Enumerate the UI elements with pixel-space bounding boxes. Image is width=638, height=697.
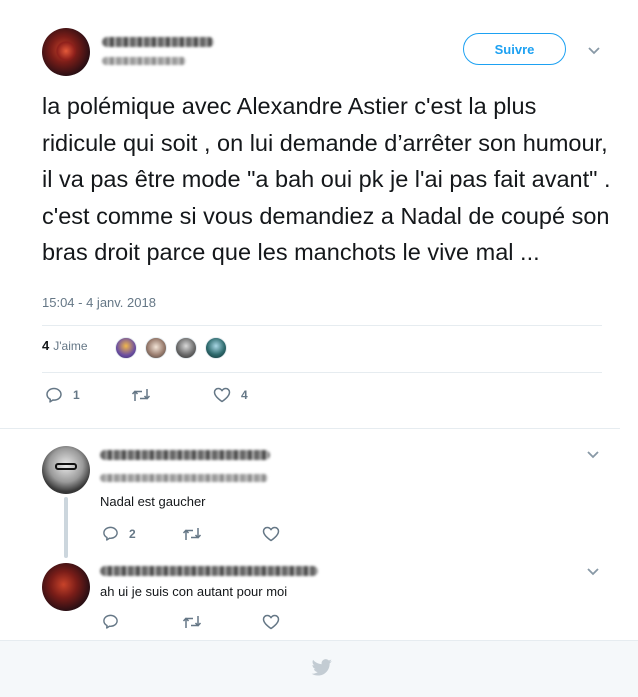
chevron-down-icon[interactable] — [586, 450, 600, 460]
divider — [42, 325, 602, 326]
reply-button[interactable] — [102, 613, 182, 630]
like-button[interactable]: 4 — [213, 387, 248, 403]
reply-context-redacted — [100, 474, 268, 482]
reply-icon — [103, 526, 118, 541]
chevron-down-icon[interactable] — [586, 567, 600, 577]
liker-avatar[interactable] — [175, 337, 197, 359]
retweet-icon — [182, 615, 202, 628]
tweet-timestamp[interactable]: 15:04 - 4 janv. 2018 — [42, 295, 156, 310]
author-handle-redacted — [102, 57, 186, 65]
retweet-icon — [131, 389, 151, 401]
author-avatar[interactable] — [42, 28, 90, 76]
heart-icon — [213, 387, 231, 403]
reply-author-name-redacted — [100, 450, 270, 460]
reply-count: 2 — [129, 526, 136, 541]
reply-count: 1 — [73, 388, 80, 402]
like-button[interactable] — [262, 526, 290, 542]
reply-text: ah ui je suis con autant pour moi — [100, 584, 288, 599]
like-count: 4 — [241, 388, 248, 402]
like-button[interactable] — [262, 614, 290, 630]
liker-avatars — [115, 337, 235, 359]
liker-avatar[interactable] — [205, 337, 227, 359]
reply-text: Nadal est gaucher — [100, 494, 206, 509]
tweet-text: la polémique avec Alexandre Astier c'est… — [42, 93, 611, 265]
divider — [0, 428, 620, 429]
scroll-gutter — [620, 0, 638, 640]
follow-button[interactable]: Suivre — [463, 33, 566, 65]
heart-icon — [262, 614, 280, 629]
twitter-bird-icon[interactable] — [311, 659, 333, 682]
reply-actions: 2 — [102, 525, 290, 542]
retweet-button[interactable] — [182, 526, 262, 542]
reply-icon — [46, 387, 62, 403]
thread-line — [64, 497, 68, 558]
reply-author-avatar[interactable] — [42, 563, 90, 611]
reply-author-avatar[interactable] — [42, 446, 90, 494]
reply-button[interactable]: 1 — [45, 386, 131, 404]
likes-summary[interactable]: 4 J'aime — [42, 338, 88, 353]
liker-avatar[interactable] — [115, 337, 137, 359]
reply-author-name-redacted — [100, 566, 318, 576]
likes-label: J'aime — [53, 338, 88, 353]
likes-count: 4 — [42, 338, 50, 353]
liker-avatar[interactable] — [145, 337, 167, 359]
divider — [42, 372, 602, 373]
retweet-button[interactable] — [182, 614, 262, 630]
reply-actions — [102, 613, 290, 630]
heart-icon — [262, 526, 280, 541]
retweet-button[interactable] — [131, 387, 213, 403]
reply-icon — [103, 614, 118, 629]
tweet-actions: 1 4 — [45, 386, 248, 404]
chevron-down-icon[interactable] — [587, 46, 601, 56]
tweet-thread: Suivre la polémique avec Alexandre Astie… — [0, 0, 620, 640]
reply-button[interactable]: 2 — [102, 525, 182, 542]
retweet-icon — [182, 527, 202, 540]
author-name-redacted — [102, 37, 214, 47]
